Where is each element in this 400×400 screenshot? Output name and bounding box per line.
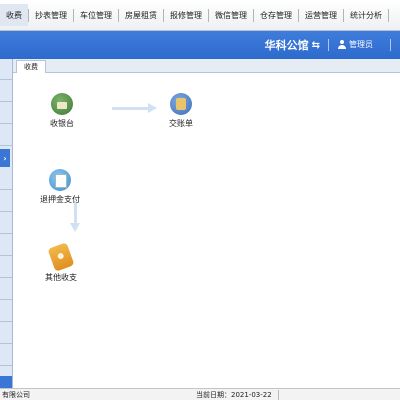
sidebar-row-divider [0,277,12,278]
sidebar-expand-button[interactable]: › [0,149,10,167]
current-date: 当前日期：2021-03-22 [196,391,272,399]
node-cashier-label: 收银台 [50,119,74,128]
node-other-income-label: 其他收支 [45,273,77,282]
menu-item-wechat[interactable]: 微信管理 [209,4,253,26]
node-deposit-refund-label: 退押金支付 [40,195,80,204]
node-other-income[interactable]: 其他收支 [31,242,91,283]
statement-icon [170,93,192,115]
sidebar-row-divider [0,189,12,190]
company-name: 有限公司 [2,391,30,399]
sidebar-row-divider [0,365,12,366]
property-name: 华科公馆 [264,39,309,52]
workflow-canvas: 收银台 交账单 退押金支付 其他收支 [14,73,400,388]
tab-charge[interactable]: 收费 [16,60,46,73]
left-sidebar: › [0,59,13,388]
expand-chevron-icon: › [3,153,7,163]
menu-item-warehouse[interactable]: 仓存管理 [254,4,298,26]
top-menu-bar: 收费 抄表管理 车位管理 房屋租赁 报修管理 微信管理 仓存管理 运营管理 统计… [0,0,400,31]
menu-item-operations[interactable]: 运营管理 [299,4,343,26]
sidebar-row-divider [0,233,12,234]
node-deposit-refund[interactable]: 退押金支付 [30,169,90,205]
property-switcher[interactable]: 华科公馆 ⇆ [265,37,320,53]
menu-item-meter-reading[interactable]: 抄表管理 [29,4,73,26]
header-divider [328,39,329,51]
app-header: 华科公馆 ⇆ 管理员 [0,31,400,59]
menu-separator [388,8,389,22]
sidebar-row-divider [0,79,12,80]
sidebar-row-divider [0,299,12,300]
user-icon [338,40,346,49]
swap-icon: ⇆ [311,39,320,51]
tab-strip: 收费 [13,59,400,73]
header-divider [390,39,391,51]
sidebar-row-divider [0,101,12,102]
node-statement[interactable]: 交账单 [151,93,211,129]
other-income-icon [47,242,75,272]
status-bar: 有限公司 当前日期：2021-03-22 [0,388,400,400]
sidebar-row-divider [0,343,12,344]
statusbar-divider [278,390,279,400]
sidebar-bottom-tab[interactable] [0,376,12,388]
deposit-refund-icon [49,169,71,191]
user-menu[interactable]: 管理员 [338,39,373,50]
node-cashier[interactable]: 收银台 [32,93,92,129]
sidebar-row-divider [0,321,12,322]
menu-item-repairs[interactable]: 报修管理 [164,4,208,26]
menu-item-leasing[interactable]: 房屋租赁 [119,4,163,26]
menu-item-statistics[interactable]: 统计分析 [344,4,388,26]
cashier-icon [51,93,73,115]
menu-item-charge[interactable]: 收费 [0,4,28,26]
sidebar-row-divider [0,145,12,146]
sidebar-row-divider [0,123,12,124]
menu-item-parking[interactable]: 车位管理 [74,4,118,26]
arrow-down-connector [70,201,80,233]
node-statement-label: 交账单 [169,119,193,128]
app-window: 收费 抄表管理 车位管理 房屋租赁 报修管理 微信管理 仓存管理 运营管理 统计… [0,0,400,400]
sidebar-row-divider [0,255,12,256]
user-name: 管理员 [349,40,373,49]
sidebar-row-divider [0,211,12,212]
